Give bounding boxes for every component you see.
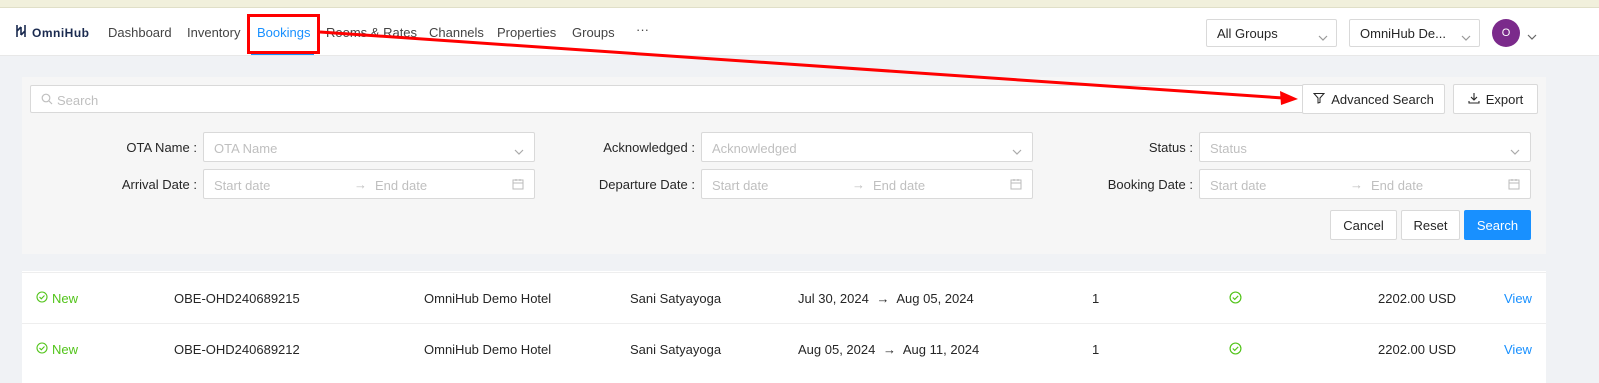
annotation-highlight-box: [247, 14, 320, 54]
cancel-button[interactable]: Cancel: [1330, 210, 1397, 240]
nav-item-dashboard[interactable]: Dashboard: [108, 25, 172, 40]
arrival-date-label: Arrival Date :: [121, 177, 197, 192]
booking-end-date[interactable]: End date: [1371, 178, 1423, 193]
chevron-down-icon: [1510, 143, 1520, 158]
check-circle-icon: [36, 342, 48, 357]
range-arrow: →: [1350, 177, 1363, 192]
booking-id: OBE-OHD240689215: [174, 291, 300, 306]
calendar-icon: [512, 178, 524, 193]
date-arrow: →: [882, 342, 896, 357]
acknowledged-label: Acknowledged :: [603, 140, 695, 155]
export-label: Export: [1485, 91, 1524, 107]
guest-name: Sani Satyayoga: [630, 291, 722, 306]
chevron-down-icon: [514, 143, 524, 158]
nav-more-button[interactable]: ···: [636, 22, 649, 37]
acknowledged-select[interactable]: Acknowledged: [701, 132, 1033, 162]
status-placeholder: Status: [1210, 141, 1247, 156]
view-link[interactable]: View: [1504, 291, 1532, 306]
acknowledged-check-icon: [1229, 291, 1242, 307]
stay-dates: Jul 30, 2024 → Aug 05, 2024: [798, 291, 974, 306]
chevron-down-icon: [1012, 143, 1022, 158]
range-arrow: →: [354, 177, 367, 192]
ota-name-label: OTA Name :: [126, 140, 197, 155]
acknowledged-check-icon: [1229, 342, 1242, 358]
arrival-date: Aug 05, 2024: [798, 342, 876, 357]
nav-item-channels[interactable]: Channels: [429, 25, 484, 40]
logo-text: OmniHub: [32, 25, 90, 40]
status-label: Status :: [1148, 140, 1193, 155]
property-select-value: OmniHub De...: [1360, 25, 1446, 41]
calendar-icon: [1010, 178, 1022, 193]
search-input[interactable]: Search: [30, 85, 1303, 113]
nav-item-groups[interactable]: Groups: [572, 25, 615, 40]
status-text: New: [52, 291, 79, 306]
user-avatar[interactable]: O: [1492, 19, 1520, 47]
date-arrow: →: [876, 291, 890, 306]
advanced-search-button[interactable]: Advanced Search: [1302, 84, 1445, 114]
chevron-down-icon: [1461, 29, 1471, 44]
status-cell: New: [36, 291, 78, 306]
nav-item-inventory[interactable]: Inventory: [187, 25, 240, 40]
top-navbar: OmniHub Dashboard Inventory Bookings Roo…: [0, 8, 1599, 56]
departure-date: Aug 05, 2024: [896, 291, 974, 306]
status-select[interactable]: Status: [1199, 132, 1531, 162]
table-row[interactable]: New OBE-OHD240689212 OmniHub Demo Hotel …: [22, 323, 1546, 373]
amount: 2202.00 USD: [1378, 342, 1457, 357]
departure-start-date[interactable]: Start date: [712, 178, 768, 193]
range-arrow: →: [852, 177, 865, 192]
arrival-date-range[interactable]: Start date → End date: [203, 169, 535, 199]
property-name: OmniHub Demo Hotel: [424, 291, 552, 306]
booking-start-date[interactable]: Start date: [1210, 178, 1266, 193]
rooms-count: 1: [1092, 291, 1100, 306]
group-select-value: All Groups: [1217, 25, 1278, 41]
departure-date: Aug 11, 2024: [902, 342, 980, 357]
export-button[interactable]: Export: [1453, 84, 1538, 114]
acknowledged-placeholder: Acknowledged: [712, 141, 797, 156]
calendar-icon: [1508, 178, 1520, 193]
app-logo[interactable]: OmniHub: [16, 24, 90, 41]
download-icon: [1468, 92, 1480, 107]
property-name: OmniHub Demo Hotel: [424, 342, 552, 357]
ota-name-select[interactable]: OTA Name: [203, 132, 535, 162]
stay-dates: Aug 05, 2024 → Aug 11, 2024: [798, 342, 979, 357]
arrival-date: Jul 30, 2024: [798, 291, 869, 306]
status-cell: New: [36, 342, 78, 357]
booking-id: OBE-OHD240689212: [174, 342, 300, 357]
reset-button[interactable]: Reset: [1401, 210, 1460, 240]
logo-icon: [16, 24, 26, 41]
nav-item-rooms-rates[interactable]: Rooms & Rates: [326, 25, 417, 40]
view-link[interactable]: View: [1504, 342, 1532, 357]
property-select[interactable]: OmniHub De...: [1349, 19, 1480, 47]
nav-item-properties[interactable]: Properties: [497, 25, 556, 40]
check-circle-icon: [36, 291, 48, 306]
departure-date-label: Departure Date :: [598, 177, 695, 192]
search-icon: [41, 93, 53, 108]
search-placeholder: Search: [57, 93, 99, 108]
booking-date-range[interactable]: Start date → End date: [1199, 169, 1531, 199]
status-text: New: [52, 342, 79, 357]
amount: 2202.00 USD: [1378, 291, 1457, 306]
arrival-start-date[interactable]: Start date: [214, 178, 270, 193]
avatar-initial: O: [1501, 27, 1511, 39]
departure-end-date[interactable]: End date: [873, 178, 925, 193]
departure-date-range[interactable]: Start date → End date: [701, 169, 1033, 199]
arrival-end-date[interactable]: End date: [375, 178, 427, 193]
group-select[interactable]: All Groups: [1206, 19, 1337, 47]
table-row[interactable]: New OBE-OHD240689215 OmniHub Demo Hotel …: [22, 272, 1546, 322]
booking-date-label: Booking Date :: [1107, 177, 1193, 192]
ota-name-placeholder: OTA Name: [214, 141, 278, 156]
filter-icon: [1313, 92, 1326, 107]
guest-name: Sani Satyayoga: [630, 342, 722, 357]
browser-top-strip: [0, 0, 1599, 8]
search-button[interactable]: Search: [1464, 210, 1531, 240]
chevron-down-icon: [1318, 29, 1328, 44]
user-menu-chevron-icon[interactable]: [1527, 28, 1537, 43]
rooms-count: 1: [1092, 342, 1100, 357]
advanced-search-label: Advanced Search: [1331, 91, 1434, 107]
